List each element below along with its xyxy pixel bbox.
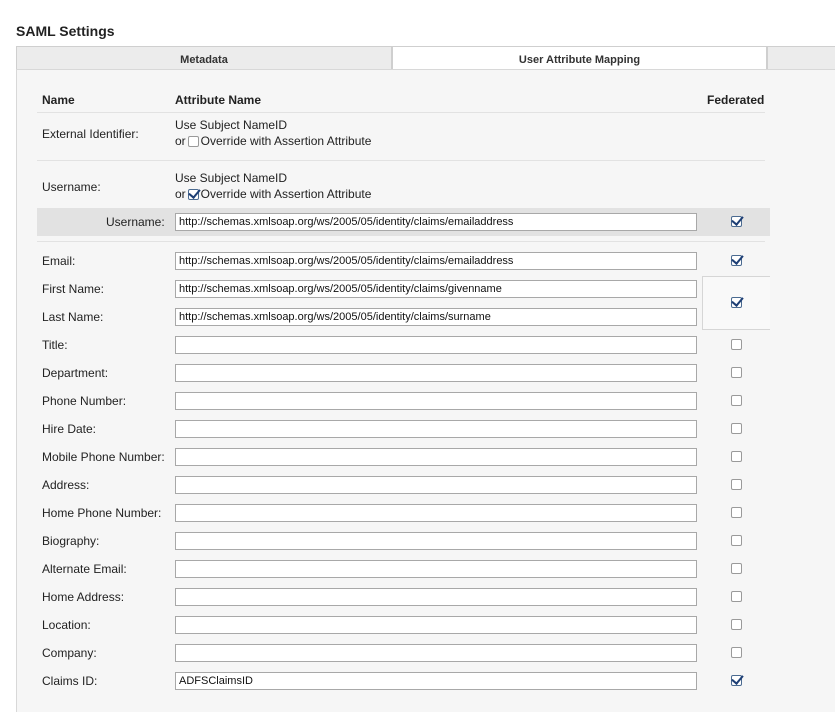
- location-federated-checkbox[interactable]: [731, 619, 742, 630]
- phone-number-federated-checkbox[interactable]: [731, 395, 742, 406]
- claims-id-input[interactable]: [175, 672, 697, 690]
- title-label: Title:: [42, 338, 68, 352]
- first-name-label: First Name:: [42, 282, 105, 296]
- biography-input[interactable]: [175, 532, 697, 550]
- header-name: Name: [42, 93, 75, 107]
- biography-federated-checkbox[interactable]: [731, 535, 742, 546]
- department-label: Department:: [42, 366, 109, 380]
- or-text: or: [175, 187, 186, 201]
- biography-label: Biography:: [42, 534, 100, 548]
- phone-number-label: Phone Number:: [42, 394, 127, 408]
- row-divider: [37, 160, 765, 161]
- claims-id-federated-checkbox[interactable]: [731, 675, 742, 686]
- first-name-input[interactable]: [175, 280, 697, 298]
- username-mode-label: Username:: [42, 180, 101, 194]
- alternate-email-federated-checkbox[interactable]: [731, 563, 742, 574]
- mobile-phone-number-federated-checkbox[interactable]: [731, 451, 742, 462]
- last-name-input[interactable]: [175, 308, 697, 326]
- tab-metadata[interactable]: Metadata: [16, 46, 392, 70]
- tab-user-attribute-mapping[interactable]: User Attribute Mapping: [392, 46, 767, 71]
- username-override: or Override with Assertion Attribute: [175, 187, 371, 201]
- row-divider: [37, 241, 765, 242]
- page-title: SAML Settings: [16, 23, 115, 39]
- alternate-email-label: Alternate Email:: [42, 562, 127, 576]
- company-federated-checkbox[interactable]: [731, 647, 742, 658]
- override-label: Override with Assertion Attribute: [200, 134, 372, 148]
- hire-date-federated-checkbox[interactable]: [731, 423, 742, 434]
- phone-number-input[interactable]: [175, 392, 697, 410]
- address-federated-checkbox[interactable]: [731, 479, 742, 490]
- title-federated-checkbox[interactable]: [731, 339, 742, 350]
- department-federated-checkbox[interactable]: [731, 367, 742, 378]
- address-input[interactable]: [175, 476, 697, 494]
- home-address-label: Home Address:: [42, 590, 125, 604]
- location-input[interactable]: [175, 616, 697, 634]
- override-label: Override with Assertion Attribute: [200, 187, 372, 201]
- company-label: Company:: [42, 646, 97, 660]
- username-federated-checkbox[interactable]: [731, 216, 742, 227]
- home-phone-number-federated-checkbox[interactable]: [731, 507, 742, 518]
- header-divider: [37, 112, 765, 113]
- external-identifier-override-checkbox[interactable]: [187, 136, 199, 147]
- home-address-federated-checkbox[interactable]: [731, 591, 742, 602]
- title-input[interactable]: [175, 336, 697, 354]
- tab-bar: Metadata User Attribute Mapping: [16, 46, 835, 71]
- alternate-email-input[interactable]: [175, 560, 697, 578]
- external-identifier-label: External Identifier:: [42, 127, 139, 141]
- last-name-label: Last Name:: [42, 310, 104, 324]
- username-attribute-input[interactable]: [175, 213, 697, 231]
- email-input[interactable]: [175, 252, 697, 270]
- department-input[interactable]: [175, 364, 697, 382]
- username-option-nameid: Use Subject NameID: [175, 171, 288, 185]
- header-attribute-name: Attribute Name: [175, 93, 262, 107]
- mobile-phone-number-label: Mobile Phone Number:: [42, 450, 165, 464]
- hire-date-input[interactable]: [175, 420, 697, 438]
- email-federated-checkbox[interactable]: [731, 255, 742, 266]
- hire-date-label: Hire Date:: [42, 422, 97, 436]
- email-label: Email:: [42, 254, 76, 268]
- home-phone-number-label: Home Phone Number:: [42, 506, 162, 520]
- external-identifier-option-nameid: Use Subject NameID: [175, 118, 288, 132]
- username-attribute-label: Username:: [106, 215, 165, 229]
- external-identifier-override: or Override with Assertion Attribute: [175, 134, 371, 148]
- location-label: Location:: [42, 618, 91, 632]
- name-federated-checkbox[interactable]: [731, 297, 742, 308]
- username-override-checkbox[interactable]: [187, 189, 199, 200]
- tab-bar-filler: [767, 46, 835, 70]
- company-input[interactable]: [175, 644, 697, 662]
- address-label: Address:: [42, 478, 90, 492]
- home-phone-number-input[interactable]: [175, 504, 697, 522]
- header-federated: Federated: [707, 93, 765, 107]
- mobile-phone-number-input[interactable]: [175, 448, 697, 466]
- or-text: or: [175, 134, 186, 148]
- claims-id-label: Claims ID:: [42, 674, 98, 688]
- home-address-input[interactable]: [175, 588, 697, 606]
